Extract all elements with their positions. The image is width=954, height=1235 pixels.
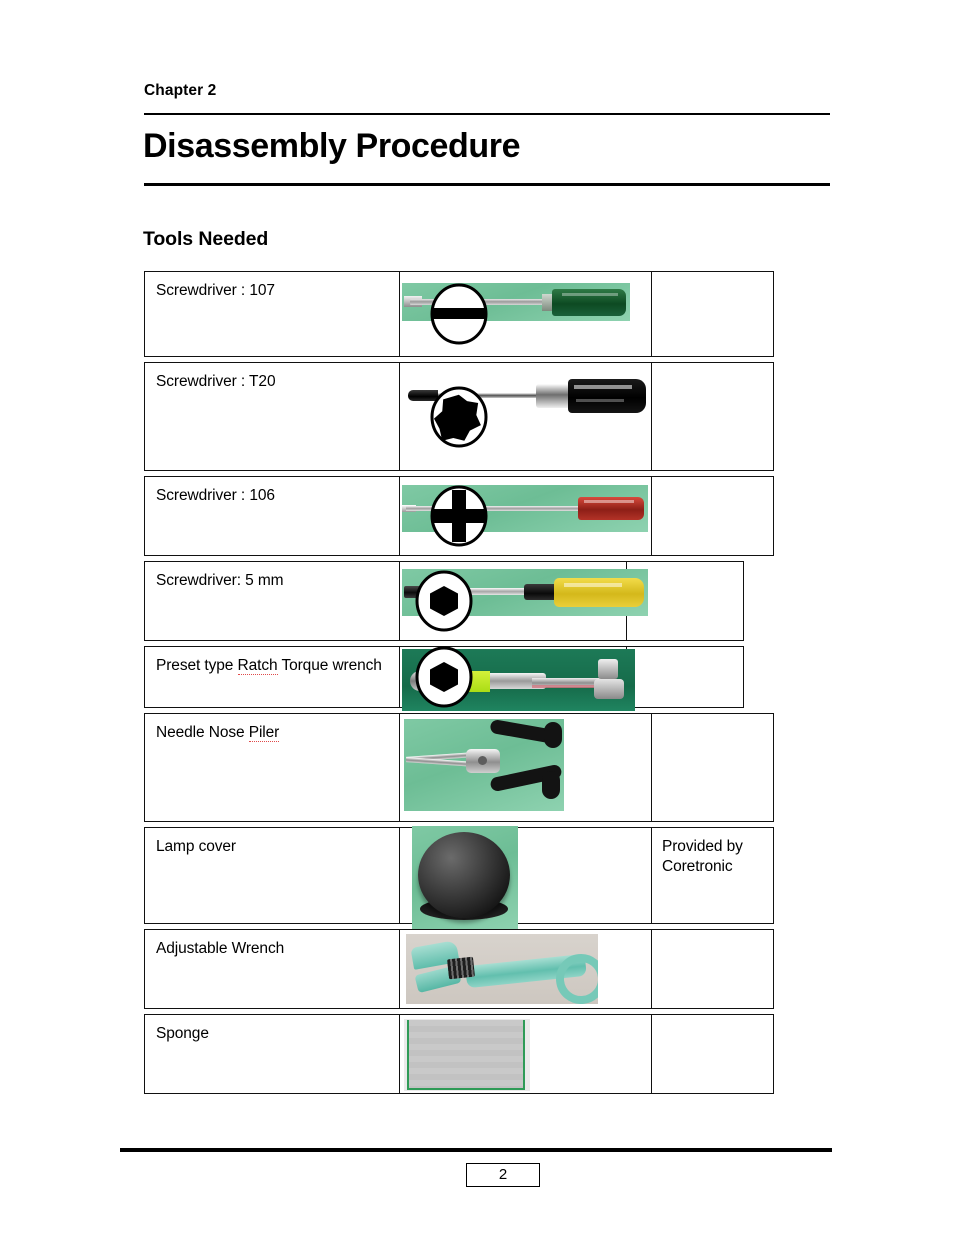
tool-note-cell bbox=[415, 646, 743, 708]
table-row: Sponge bbox=[144, 1014, 774, 1094]
tool-name-cell: Lamp cover bbox=[145, 828, 400, 923]
tool-name-cell: Needle Nose Piler bbox=[145, 714, 400, 821]
table-row: Screwdriver: 5 mm bbox=[144, 561, 744, 641]
tool-note-cell: Provided by Coretronic bbox=[652, 828, 773, 923]
section-title: Tools Needed bbox=[143, 228, 269, 250]
tool-note-cell bbox=[430, 477, 773, 555]
tool-name-label: Screwdriver : 107 bbox=[156, 282, 275, 299]
needle-nose-pliers-photo bbox=[404, 719, 564, 811]
hex-screw-head-icon bbox=[415, 570, 473, 632]
table-row: Needle Nose Piler bbox=[144, 713, 774, 822]
adjustable-wrench-photo bbox=[406, 934, 598, 1004]
tools-needed-table: Screwdriver : 107 Screwdriver : T20 Scre… bbox=[144, 271, 774, 1099]
lamp-cover-dome-photo bbox=[412, 826, 518, 929]
table-row: Screwdriver : 107 bbox=[144, 271, 774, 357]
tool-name-label: Sponge bbox=[156, 1025, 209, 1042]
document-page: Chapter 2 Disassembly Procedure Tools Ne… bbox=[0, 0, 954, 1235]
torx-screw-head-icon bbox=[430, 386, 488, 447]
tool-name-label-part2: Torque wrench bbox=[277, 657, 382, 674]
page-number: 2 bbox=[466, 1163, 540, 1187]
tool-name-label: Screwdriver : 106 bbox=[156, 487, 275, 504]
table-row: Screwdriver : 106 bbox=[144, 476, 774, 556]
tool-photo-cell bbox=[400, 930, 652, 1008]
tool-note-label: Provided by Coretronic bbox=[662, 838, 743, 876]
tool-name-cell: Preset type Ratch Torque wrench bbox=[145, 647, 400, 707]
tool-name-label-part1: Needle Nose bbox=[156, 724, 249, 741]
tool-name-label: Lamp cover bbox=[156, 838, 236, 855]
hex-screw-head-icon bbox=[415, 646, 473, 708]
tool-name-label: Screwdriver: 5 mm bbox=[156, 572, 284, 589]
tool-name-misspelled-word: Ratch bbox=[237, 657, 278, 675]
tool-note-cell bbox=[652, 930, 773, 1008]
tool-name-label: Adjustable Wrench bbox=[156, 940, 285, 957]
phillips-screw-head-icon bbox=[430, 485, 488, 547]
tool-note-cell bbox=[430, 363, 773, 470]
tool-note-cell bbox=[652, 714, 773, 821]
table-row: Preset type Ratch Torque wrench bbox=[144, 646, 744, 711]
chapter-label: Chapter 2 bbox=[144, 82, 217, 99]
tool-name-label: Screwdriver : T20 bbox=[156, 373, 276, 390]
tool-name-cell: Screwdriver : 107 bbox=[145, 272, 400, 356]
tool-name-cell: Sponge bbox=[145, 1015, 400, 1093]
header-rule-bottom bbox=[144, 183, 830, 186]
tool-name-misspelled-word: Piler bbox=[248, 724, 280, 742]
tool-photo-cell bbox=[400, 714, 652, 821]
tool-note-cell bbox=[430, 272, 773, 356]
tool-name-cell: Screwdriver : 106 bbox=[145, 477, 400, 555]
flat-slotted-screw-head-icon bbox=[430, 283, 488, 345]
sponge-block-photo bbox=[404, 1019, 530, 1091]
tool-name-cell: Adjustable Wrench bbox=[145, 930, 400, 1008]
tool-name-label-part1: Preset type bbox=[156, 657, 238, 674]
table-row: Screwdriver : T20 bbox=[144, 362, 774, 471]
tool-photo-cell bbox=[400, 1015, 652, 1093]
tool-note-cell bbox=[652, 1015, 773, 1093]
header-rule-top bbox=[144, 113, 830, 115]
tool-photo-cell bbox=[400, 826, 652, 929]
table-row: Adjustable Wrench bbox=[144, 929, 774, 1009]
tool-name-cell: Screwdriver : T20 bbox=[145, 363, 400, 470]
tool-name-cell: Screwdriver: 5 mm bbox=[145, 562, 400, 640]
page-title: Disassembly Procedure bbox=[143, 127, 521, 165]
footer-rule bbox=[120, 1148, 832, 1152]
table-row: Lamp cover Provided by Coretronic bbox=[144, 826, 774, 929]
